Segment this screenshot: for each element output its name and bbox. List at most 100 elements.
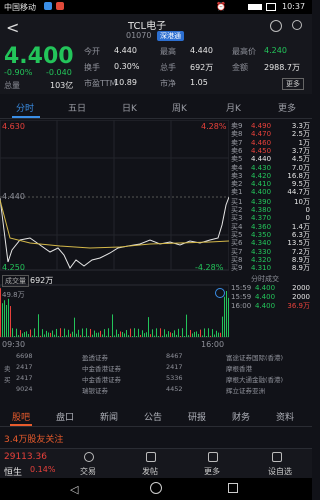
volume-bar bbox=[146, 332, 147, 337]
more-icon[interactable] bbox=[208, 452, 218, 462]
tab-1[interactable]: 五日 bbox=[68, 101, 86, 114]
volume-bar bbox=[2, 303, 3, 337]
metric-label: 今开 bbox=[84, 47, 100, 56]
tab-4[interactable]: 月K bbox=[226, 101, 241, 114]
tab-3[interactable]: 周K bbox=[172, 101, 187, 114]
metric-value: 0.30% bbox=[114, 62, 140, 71]
index-pct: 0.14% bbox=[30, 465, 56, 474]
post-icon[interactable] bbox=[146, 452, 156, 462]
info-tab-6[interactable]: 资料 bbox=[276, 410, 294, 423]
volume-bar bbox=[212, 329, 213, 337]
volume-bar bbox=[52, 330, 53, 337]
nav-item-0[interactable]: 交易 bbox=[80, 466, 96, 477]
volume-bar bbox=[226, 291, 227, 337]
volume-total: 692万 bbox=[30, 276, 54, 285]
battery-icon bbox=[266, 3, 276, 11]
volume-bar bbox=[50, 332, 51, 337]
broker-code: 6698 bbox=[16, 352, 33, 360]
time-end: 16:00 bbox=[201, 340, 225, 349]
system-nav: ◁ bbox=[0, 478, 312, 500]
info-tab-3[interactable]: 公告 bbox=[144, 410, 162, 423]
book-level: 卖8 bbox=[231, 130, 243, 139]
news-row[interactable]: 3.4万股友关注 bbox=[0, 428, 312, 446]
book-level: 卖7 bbox=[231, 138, 243, 147]
volume-bar bbox=[188, 335, 189, 337]
volume-bar bbox=[38, 314, 39, 337]
broker-side: 卖 bbox=[4, 365, 11, 373]
trade-icon[interactable] bbox=[84, 452, 94, 462]
settings-icon[interactable] bbox=[215, 288, 225, 298]
volume-bar bbox=[34, 328, 35, 337]
book-price: 4.470 bbox=[251, 130, 272, 139]
info-tab-5[interactable]: 财务 bbox=[232, 410, 250, 423]
volume-bar bbox=[0, 288, 1, 337]
back-triangle-icon[interactable]: ◁ bbox=[70, 483, 78, 496]
metric-value: 692万 bbox=[190, 63, 214, 72]
tab-5[interactable]: 更多 bbox=[278, 101, 296, 114]
volume-bar bbox=[220, 332, 221, 337]
volume-bar bbox=[208, 328, 209, 337]
search-icon[interactable] bbox=[292, 20, 302, 30]
volume-bar bbox=[172, 333, 173, 337]
info-tab-4[interactable]: 研报 bbox=[188, 410, 206, 423]
book-row: 买4 4.360 1.4万 bbox=[229, 223, 312, 231]
home-icon[interactable] bbox=[150, 482, 162, 494]
volume-bar bbox=[40, 335, 41, 337]
book-level: 卖5 bbox=[231, 155, 243, 164]
volume-bar bbox=[90, 328, 91, 337]
book-volume: 44.7万 bbox=[287, 188, 310, 197]
metric-label: 市盈TTM bbox=[84, 79, 117, 88]
active-tab-underline bbox=[12, 116, 40, 118]
recents-icon[interactable] bbox=[228, 483, 238, 493]
add-watchlist-icon[interactable] bbox=[272, 452, 282, 462]
broker-name: 中金香港证券 bbox=[82, 376, 121, 384]
volume-bar bbox=[210, 335, 211, 337]
volume-value: 103亿 bbox=[50, 81, 74, 90]
book-price: 4.330 bbox=[251, 247, 272, 256]
intraday-chart: 4.630 4.28% 4.440 4.250 -4.28% 成交量 692万 … bbox=[0, 119, 230, 350]
info-tab-1[interactable]: 盘口 bbox=[56, 410, 74, 423]
refresh-icon[interactable] bbox=[270, 20, 282, 32]
volume-bar bbox=[6, 304, 7, 337]
info-tab-2[interactable]: 新闻 bbox=[100, 410, 118, 423]
volume-bar bbox=[150, 334, 151, 337]
info-tab-underline bbox=[10, 424, 32, 426]
volume-bar bbox=[158, 336, 159, 337]
volume-bar bbox=[164, 329, 165, 337]
back-button[interactable]: < bbox=[6, 18, 19, 37]
broker-side: 买 bbox=[4, 376, 11, 384]
nav-item-1[interactable]: 发帖 bbox=[142, 466, 158, 477]
book-volume: 1万 bbox=[298, 138, 310, 147]
book-volume: 3.3万 bbox=[291, 122, 310, 130]
book-level: 卖9 bbox=[231, 122, 243, 130]
more-button[interactable]: 更多 bbox=[282, 78, 304, 90]
nav-item-2[interactable]: 更多 bbox=[204, 466, 220, 477]
book-price: 4.410 bbox=[251, 180, 272, 189]
book-price: 4.460 bbox=[251, 138, 272, 147]
info-tab-0[interactable]: 股吧 bbox=[12, 410, 30, 423]
metric-label: 总手 bbox=[160, 63, 176, 72]
index-name: 恒生 bbox=[4, 468, 23, 478]
book-volume: 4.5万 bbox=[291, 155, 310, 164]
book-level: 卖2 bbox=[231, 180, 243, 189]
volume-bar bbox=[18, 335, 19, 337]
metric-value: 1.05 bbox=[190, 78, 208, 87]
volume-bar bbox=[102, 334, 103, 337]
volume-bar bbox=[108, 328, 109, 337]
volume-bar bbox=[206, 336, 207, 337]
metric-label: 换手 bbox=[84, 63, 100, 72]
nav-item-3[interactable]: 设自选 bbox=[268, 466, 292, 477]
volume-bar bbox=[10, 306, 11, 337]
metric-value: 10.89 bbox=[114, 78, 137, 87]
volume-bar bbox=[128, 335, 129, 337]
volume-bar bbox=[214, 334, 215, 337]
volume-bar bbox=[176, 334, 177, 337]
tab-2[interactable]: 日K bbox=[122, 101, 137, 114]
volume-bar bbox=[72, 331, 73, 337]
volume-tag: 成交量 bbox=[2, 275, 29, 287]
tab-0[interactable]: 分时 bbox=[16, 101, 34, 114]
book-volume: 1.4万 bbox=[291, 222, 310, 231]
volume-bar bbox=[182, 328, 183, 337]
volume-bar bbox=[26, 331, 27, 337]
book-price: 4.450 bbox=[251, 146, 272, 155]
